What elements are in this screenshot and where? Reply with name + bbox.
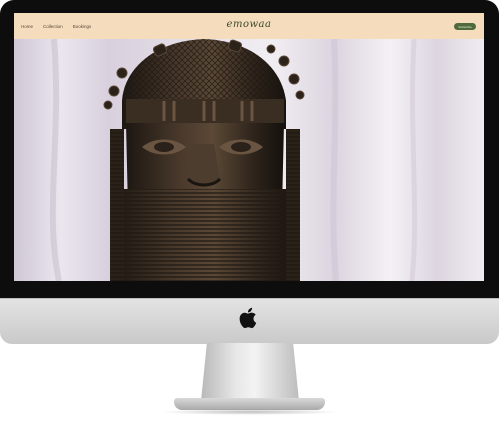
hero-image-bronze-head (14, 39, 484, 281)
site-header: Home Collection Bookings emowaa Subscrib… (14, 13, 484, 39)
apple-logo-icon (239, 307, 257, 329)
monitor-bezel: Home Collection Bookings emowaa Subscrib… (0, 0, 499, 298)
stand-shadow (160, 409, 340, 415)
monitor-stand-neck (201, 343, 299, 401)
brand-logo[interactable]: emowaa (14, 19, 484, 30)
subscribe-button[interactable]: Subscribe (454, 23, 476, 30)
monitor-screen: Home Collection Bookings emowaa Subscrib… (14, 13, 484, 281)
